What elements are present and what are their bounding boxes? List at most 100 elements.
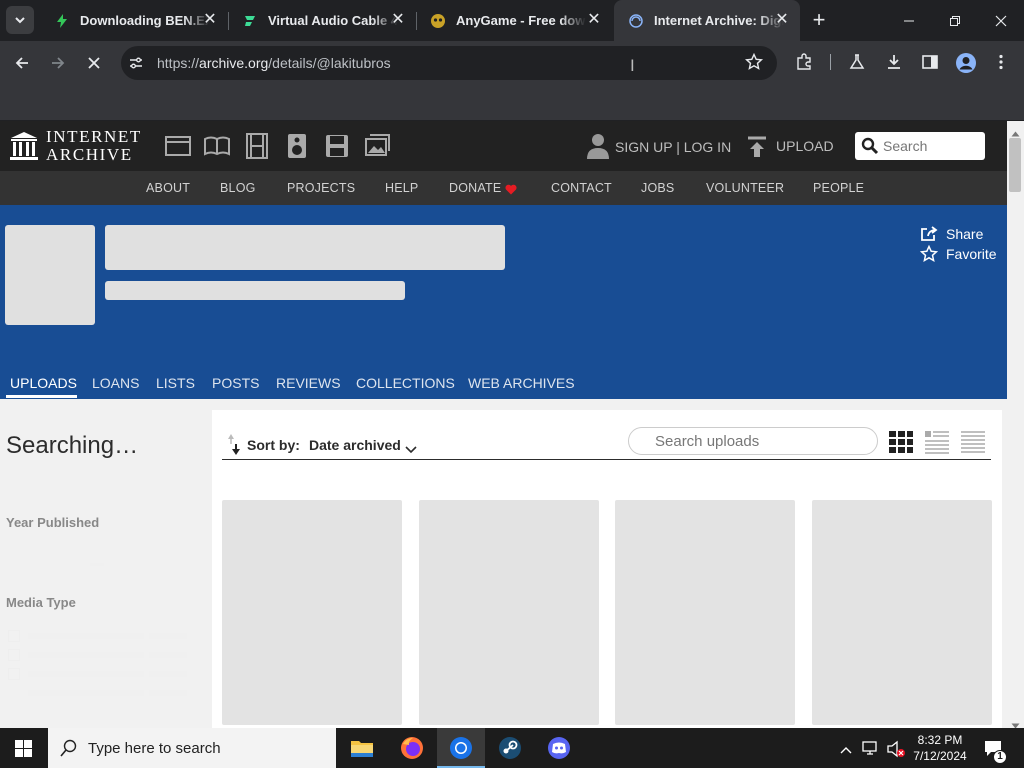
active-tab-underline xyxy=(6,395,77,398)
list-detail-view-icon[interactable] xyxy=(924,430,950,459)
result-card-placeholder[interactable] xyxy=(222,500,402,725)
texts-book-icon[interactable] xyxy=(204,133,230,159)
favorite-link[interactable]: Favorite xyxy=(946,246,997,262)
tab-uploads[interactable]: UPLOADS xyxy=(10,375,77,391)
video-film-icon[interactable] xyxy=(244,133,270,159)
labs-flask-icon[interactable] xyxy=(848,53,866,76)
facet-checkbox[interactable] xyxy=(8,630,20,642)
network-icon[interactable] xyxy=(862,740,880,761)
list-compact-view-icon[interactable] xyxy=(960,430,986,459)
tab-lists[interactable]: LISTS xyxy=(156,375,195,391)
result-card-placeholder[interactable] xyxy=(615,500,795,725)
site-settings-icon[interactable] xyxy=(128,55,144,76)
audio-speaker-icon[interactable] xyxy=(284,133,310,159)
more-menu-icon[interactable] xyxy=(992,53,1010,76)
nav-contact[interactable]: CONTACT xyxy=(551,181,612,195)
profile-avatar-icon[interactable] xyxy=(955,52,977,79)
nav-jobs[interactable]: JOBS xyxy=(641,181,674,195)
ia-search-box[interactable]: Search xyxy=(855,132,985,160)
tab-search-button[interactable] xyxy=(6,6,34,34)
taskbar-clock[interactable]: 8:32 PM 7/12/2024 xyxy=(905,732,975,764)
ia-logo-icon[interactable] xyxy=(9,131,39,166)
sort-direction-icon[interactable] xyxy=(227,432,241,461)
extensions-icon[interactable] xyxy=(795,53,813,76)
tab-loans[interactable]: LOANS xyxy=(92,375,139,391)
search-uploads-placeholder: Search uploads xyxy=(655,433,760,450)
nav-donate[interactable]: DONATE xyxy=(449,181,501,195)
tab-posts[interactable]: POSTS xyxy=(212,375,259,391)
search-uploads-input[interactable]: Search uploads xyxy=(628,427,878,455)
nav-volunteer[interactable]: VOLUNTEER xyxy=(706,181,784,195)
show-hidden-icons-chevron-icon[interactable] xyxy=(840,742,852,760)
url-text[interactable]: https://archive.org/details/@lakitubros xyxy=(157,55,391,71)
images-icon[interactable] xyxy=(364,133,390,159)
share-icon[interactable] xyxy=(920,226,938,247)
download-icon[interactable] xyxy=(885,53,903,76)
facet-year-published[interactable]: Year Published xyxy=(6,515,99,530)
windows-start-icon[interactable] xyxy=(15,740,32,762)
heart-icon xyxy=(505,182,517,200)
browser-tab[interactable]: Downloading BEN.EXE ✕ xyxy=(40,0,228,41)
browser-tab[interactable]: Virtual Audio Cable 4. ✕ xyxy=(228,0,416,41)
tab-title: Virtual Audio Cable 4. xyxy=(268,13,398,28)
facet-checkbox[interactable] xyxy=(8,649,20,661)
title-placeholder xyxy=(105,225,505,270)
taskbar-chrome-active[interactable] xyxy=(437,728,485,768)
nav-blog[interactable]: BLOG xyxy=(220,181,256,195)
sort-bar-divider xyxy=(222,459,991,460)
close-icon[interactable]: ✕ xyxy=(202,12,218,28)
restore-button[interactable] xyxy=(932,0,978,41)
taskbar-search-box[interactable]: Type here to search xyxy=(48,728,336,768)
nav-help[interactable]: HELP xyxy=(385,181,418,195)
stop-loading-button[interactable] xyxy=(80,49,108,77)
bookmark-star-icon[interactable] xyxy=(744,52,764,76)
subtitle-placeholder xyxy=(105,281,405,300)
minimize-button[interactable] xyxy=(886,0,932,41)
browser-tab-active[interactable]: Internet Archive: Digit ✕ xyxy=(614,0,800,41)
close-icon[interactable]: ✕ xyxy=(390,12,406,28)
close-window-button[interactable] xyxy=(978,0,1024,41)
taskbar-file-explorer[interactable] xyxy=(338,728,386,768)
share-link[interactable]: Share xyxy=(946,226,983,242)
scrollbar-thumb[interactable] xyxy=(1009,138,1021,192)
grid-view-icon[interactable] xyxy=(888,430,914,459)
facet-media-type[interactable]: Media Type xyxy=(6,595,76,610)
taskbar-discord[interactable] xyxy=(535,728,583,768)
speaker-muted-icon[interactable] xyxy=(886,740,906,763)
close-icon[interactable]: ✕ xyxy=(774,12,790,28)
chevron-down-icon xyxy=(15,17,25,24)
facet-checkbox[interactable] xyxy=(8,668,20,680)
tab-collections[interactable]: COLLECTIONS xyxy=(356,375,455,391)
back-button[interactable] xyxy=(8,49,36,77)
notification-count-badge: 1 xyxy=(993,750,1007,764)
chevron-down-icon[interactable] xyxy=(405,441,417,459)
browser-tab[interactable]: AnyGame - Free down ✕ xyxy=(416,0,612,41)
search-icon xyxy=(861,137,879,160)
page-scrollbar[interactable] xyxy=(1007,121,1024,728)
software-floppy-icon[interactable] xyxy=(324,133,350,159)
forward-button[interactable] xyxy=(44,49,72,77)
nav-people[interactable]: PEOPLE xyxy=(813,181,864,195)
result-card-placeholder[interactable] xyxy=(812,500,992,725)
taskbar-steam[interactable] xyxy=(486,728,534,768)
text-cursor-icon: I xyxy=(630,56,635,75)
new-tab-button[interactable]: + xyxy=(806,8,832,34)
nav-about[interactable]: ABOUT xyxy=(146,181,190,195)
side-panel-icon[interactable] xyxy=(921,53,939,76)
upload-icon[interactable] xyxy=(747,136,767,163)
chrome-icon xyxy=(450,737,472,759)
favorite-star-icon[interactable] xyxy=(919,244,939,268)
sort-dropdown[interactable]: Date archived xyxy=(309,437,401,453)
result-card-placeholder[interactable] xyxy=(419,500,599,725)
taskbar-firefox[interactable] xyxy=(388,728,436,768)
user-icon[interactable] xyxy=(586,133,610,164)
web-icon[interactable] xyxy=(165,133,191,159)
tab-reviews[interactable]: REVIEWS xyxy=(276,375,341,391)
close-icon[interactable]: ✕ xyxy=(586,12,602,28)
nav-projects[interactable]: PROJECTS xyxy=(287,181,355,195)
upload-link[interactable]: UPLOAD xyxy=(776,138,834,154)
tab-web-archives[interactable]: WEB ARCHIVES xyxy=(468,375,575,391)
signup-login-link[interactable]: SIGN UP | LOG IN xyxy=(615,139,731,155)
ia-logo-text[interactable]: INTERNET ARCHIVE xyxy=(46,128,142,164)
tab-title: AnyGame - Free down xyxy=(456,13,586,28)
